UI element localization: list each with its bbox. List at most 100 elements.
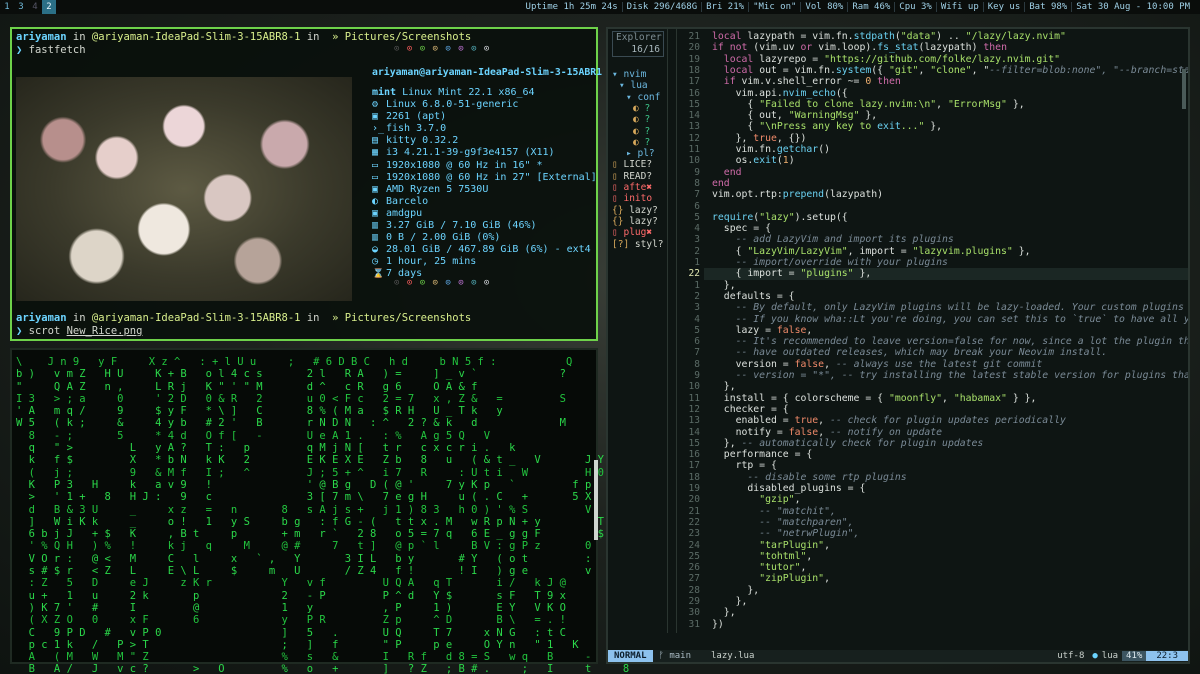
code-line[interactable]: rtp = { xyxy=(712,460,777,471)
code-line[interactable]: end xyxy=(712,178,730,189)
code-line[interactable]: -- If you know wha::Lt you're doing, you… xyxy=(712,314,1188,325)
workspace-button-3[interactable]: 3 xyxy=(14,0,28,14)
explorer-item[interactable]: ◐ ? xyxy=(633,126,650,137)
code-line[interactable]: "tarPlugin", xyxy=(712,540,830,551)
code-line[interactable]: -- version = "*", -- try installing the … xyxy=(712,370,1188,381)
code-line[interactable]: defaults = { xyxy=(712,291,795,302)
file-type: lua xyxy=(1101,651,1119,661)
explorer-item[interactable]: ▸ pl? xyxy=(626,148,655,159)
mic-status[interactable]: "Mic on" xyxy=(748,2,800,12)
matrix-line: K P 3 H k a v 9 ! ' @ B g D ( @ ' 7 y K … xyxy=(16,478,617,491)
code-line[interactable]: -- import/override with your plugins xyxy=(712,257,948,268)
prompt-user: ariyaman xyxy=(16,31,67,43)
info-row: ▭ 1920x1080 @ 60 Hz in 16" * xyxy=(372,160,598,172)
code-line[interactable]: "tutor", xyxy=(712,562,806,573)
explorer-item[interactable]: ◐ ? xyxy=(633,114,650,125)
terminal-matrix-window[interactable]: \ J n 9 y F X z ^ : + l U u ; # 6 D B C … xyxy=(10,348,661,674)
editor-scrollbar[interactable] xyxy=(1182,69,1186,109)
matrix-line: ' % Q H ) % ! k j q M @ # 7 t ] @ p ` l … xyxy=(16,540,592,553)
code-line[interactable]: enabled = true, -- check for plugin upda… xyxy=(712,415,1066,426)
color-dot: ⊙ xyxy=(483,44,491,54)
code-line[interactable]: -- "matchparen", xyxy=(712,517,853,528)
explorer-item[interactable]: ▾ conf xyxy=(626,92,660,103)
code-line[interactable]: }) xyxy=(712,619,724,630)
explorer-item[interactable]: ◐ ? xyxy=(633,137,650,148)
code-line[interactable]: }, xyxy=(712,280,736,291)
line-number: 20 xyxy=(688,42,700,54)
workspace-button-4[interactable]: 4 xyxy=(28,0,42,14)
current-file-name: lazy.lua xyxy=(711,651,755,661)
code-line[interactable]: -- "netrwPlugin", xyxy=(712,528,859,539)
info-value: fish 3.7.0 xyxy=(386,123,447,135)
code-line[interactable]: vim.api.nvim_echo({ xyxy=(712,88,848,99)
file-explorer[interactable]: Explorer 16/16 ▾ nvim ▾ lua ▾ conf ◐ ? ◐ ? ◐ … xyxy=(608,29,668,633)
code-line[interactable]: os.exit(1) xyxy=(712,155,795,166)
code-line[interactable]: }, xyxy=(712,381,736,392)
code-line[interactable]: -- disable some rtp plugins xyxy=(712,472,906,483)
explorer-item[interactable]: ◐ ? xyxy=(633,103,650,114)
code-line[interactable]: disabled_plugins = { xyxy=(712,483,865,494)
code-line[interactable]: "gzip", xyxy=(712,494,800,505)
explorer-item[interactable]: {} lazy? xyxy=(612,216,658,227)
code-line[interactable]: end xyxy=(712,167,742,178)
explorer-item-label: conf xyxy=(637,91,661,103)
code-line[interactable]: performance = { xyxy=(712,449,813,460)
code-line[interactable]: -- add LazyVim and import its plugins xyxy=(712,234,954,245)
matrix-scrollbar[interactable] xyxy=(594,460,598,540)
explorer-item[interactable]: ▾ lua xyxy=(619,80,648,91)
code-line[interactable]: -- It's recommended to leave version=fal… xyxy=(712,336,1188,347)
terminal-fastfetch-window[interactable]: ariyaman in @ariyaman-IdeaPad-Slim-3-15A… xyxy=(10,27,602,341)
line-number: 28 xyxy=(688,584,700,596)
code-line[interactable]: -- By default, only LazyVim plugins will… xyxy=(712,302,1188,313)
code-line[interactable]: lazy = false, xyxy=(712,325,813,336)
code-line[interactable]: { "Failed to clone lazy.nvim:\n", "Error… xyxy=(712,99,1024,110)
explorer-item[interactable]: ▯ afte✖ xyxy=(612,182,652,193)
explorer-item-label: ? xyxy=(644,125,651,137)
code-line[interactable]: vim.opt.rtp:prepend(lazypath) xyxy=(712,189,883,200)
code-line[interactable]: { out, "WarningMsg" }, xyxy=(712,110,877,121)
code-line[interactable]: local lazyrepo = "https://github.com/fol… xyxy=(712,54,1060,65)
battery-status: Bat 98% xyxy=(1024,2,1071,12)
color-dot: ⊙ xyxy=(483,278,491,288)
code-line[interactable]: -- have outdated releases, which may bre… xyxy=(712,347,1108,358)
explorer-item[interactable]: ▾ nvim xyxy=(612,69,646,80)
code-line[interactable]: if vim.v.shell_error ~= 0 then xyxy=(712,76,901,87)
explorer-item[interactable]: ▯ READ? xyxy=(612,171,652,182)
wifi-status[interactable]: Wifi up xyxy=(935,2,983,12)
code-line[interactable]: vim.fn.getchar() xyxy=(712,144,830,155)
code-line[interactable]: { "LazyVim/LazyVim", import = "lazyvim.p… xyxy=(712,246,1031,257)
code-line[interactable]: }, true, {}) xyxy=(712,133,807,144)
code-line[interactable]: require("lazy").setup({ xyxy=(712,212,848,223)
code-line[interactable]: install = { colorscheme = { "moonfly", "… xyxy=(712,393,1037,404)
code-line[interactable]: local lazypath = vim.fn.stdpath("data") … xyxy=(712,31,1066,42)
line-number: 15 xyxy=(688,437,700,449)
volume-status[interactable]: Vol 80% xyxy=(800,2,847,12)
code-line[interactable]: notify = false, -- notify on update xyxy=(712,427,942,438)
neovim-window[interactable]: Explorer 16/16 ▾ nvim ▾ lua ▾ conf ◐ ? ◐ ? ◐ … xyxy=(606,27,1190,664)
code-line[interactable]: "tohtml", xyxy=(712,551,812,562)
code-line[interactable]: }, xyxy=(712,596,748,607)
code-line[interactable]: }, xyxy=(712,585,759,596)
code-line[interactable]: -- "matchit", xyxy=(712,506,836,517)
workspace-button-2[interactable]: 2 xyxy=(42,0,56,14)
line-number: 3 xyxy=(694,234,700,246)
line-number: 19 xyxy=(688,483,700,494)
code-line[interactable]: checker = { xyxy=(712,404,789,415)
code-line[interactable]: "zipPlugin", xyxy=(712,573,830,584)
code-line[interactable]: spec = { xyxy=(712,223,771,234)
workspace-button-1[interactable]: 1 xyxy=(0,0,14,14)
code-line[interactable]: local out = vim.fn.system({ "git", "clon… xyxy=(712,65,1188,76)
explorer-item[interactable]: ▯ inito xyxy=(612,193,652,204)
explorer-item[interactable]: {} lazy? xyxy=(612,205,658,216)
code-line[interactable]: }, -- automatically check for plugin upd… xyxy=(712,438,984,449)
code-line[interactable]: { "\nPress any key to exit..." }, xyxy=(712,121,942,132)
explorer-item[interactable]: ▯ LICE? xyxy=(612,159,652,170)
code-line[interactable]: if not (vim.uv or vim.loop).fs_stat(lazy… xyxy=(712,42,1007,53)
code-line[interactable]: version = false, -- always use the lates… xyxy=(712,359,1043,370)
code-editor[interactable]: local lazypath = vim.fn.stdpath("data") … xyxy=(704,29,1188,633)
code-line[interactable]: }, xyxy=(712,607,736,618)
explorer-item[interactable]: ▯ plug✖ xyxy=(612,227,652,238)
code-line[interactable]: { import = "plugins" }, xyxy=(704,268,1188,280)
explorer-item[interactable]: [?] styl? xyxy=(612,239,664,250)
color-dot: ⊙ xyxy=(419,44,427,54)
